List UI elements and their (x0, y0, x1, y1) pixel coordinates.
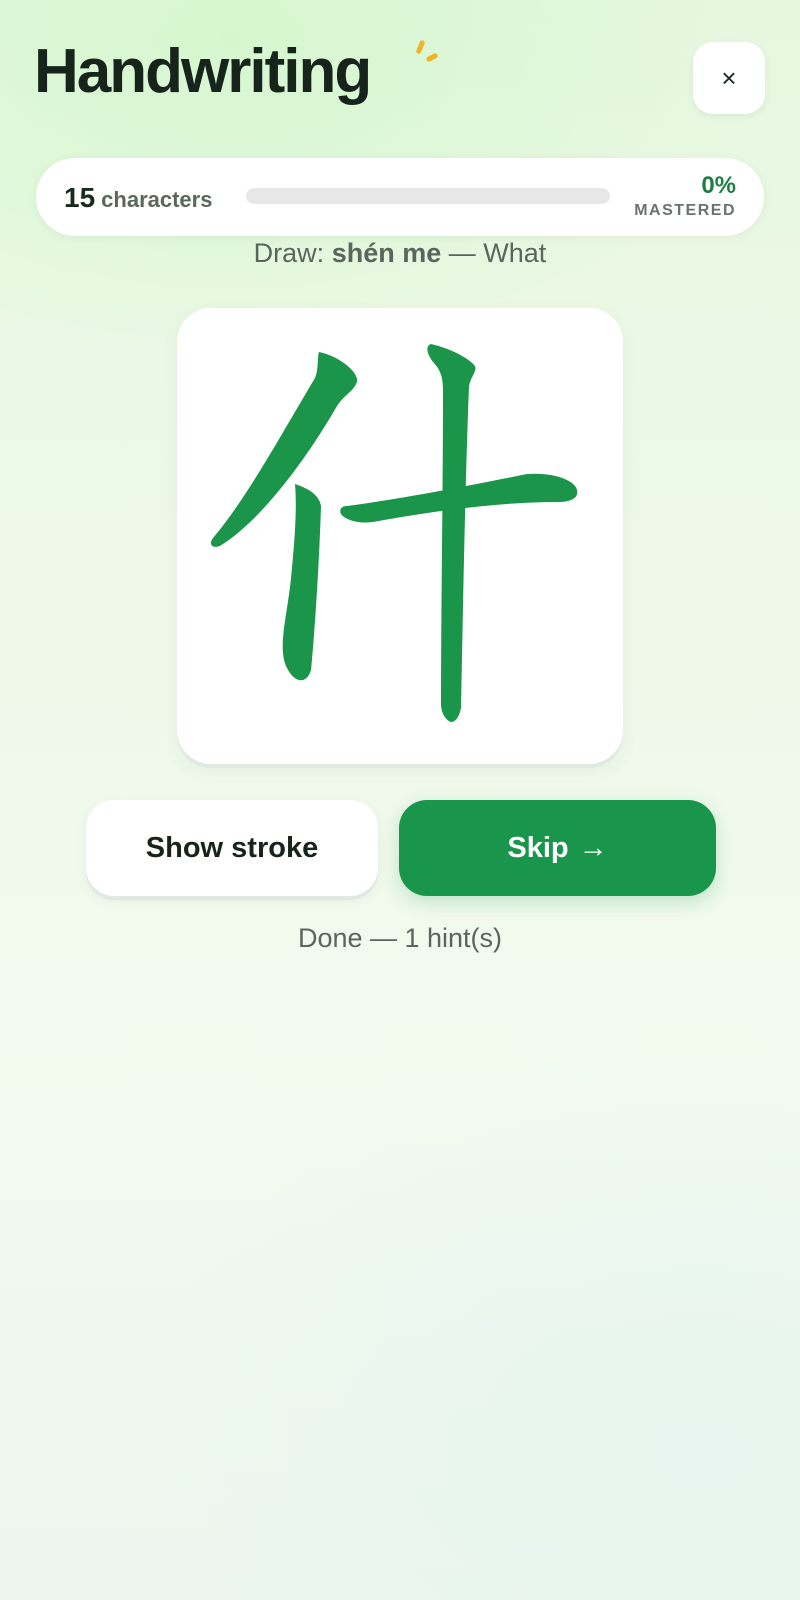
character-count-unit: characters (101, 187, 213, 212)
prompt-separator: — (448, 238, 476, 268)
character-count: 15 characters (64, 182, 212, 214)
sparkle-icon (412, 38, 446, 68)
prompt-pinyin: shén me (331, 238, 442, 268)
prompt-meaning: What (483, 238, 547, 268)
status-text: Done — 1 hint(s) (297, 923, 503, 953)
progress-card: 15 characters 0% MASTERED (36, 158, 764, 236)
show-stroke-button[interactable]: Show stroke (86, 800, 378, 896)
stroke-4 (427, 344, 476, 722)
skip-label: Skip (507, 831, 569, 864)
character-count-value: 15 (64, 182, 96, 213)
stroke-1 (210, 352, 358, 547)
prompt-prefix: Draw: (253, 238, 325, 268)
character-glyph (210, 344, 578, 722)
skip-button[interactable]: Skip → (399, 800, 716, 896)
character-strokes (210, 344, 578, 722)
show-stroke-label: Show stroke (145, 831, 319, 864)
close-icon: × (721, 62, 737, 93)
close-button[interactable]: × (693, 42, 765, 114)
arrow-right-icon: → (578, 831, 608, 864)
page-title: Handwriting (34, 37, 372, 106)
draw-prompt: Draw: shén me — What (0, 238, 800, 269)
mastered-label: MASTERED (634, 202, 736, 219)
writing-canvas[interactable] (177, 308, 623, 764)
stroke-2 (282, 484, 321, 681)
mastery-progress-bar (246, 188, 610, 204)
mastery-percent: 0% (701, 172, 736, 199)
